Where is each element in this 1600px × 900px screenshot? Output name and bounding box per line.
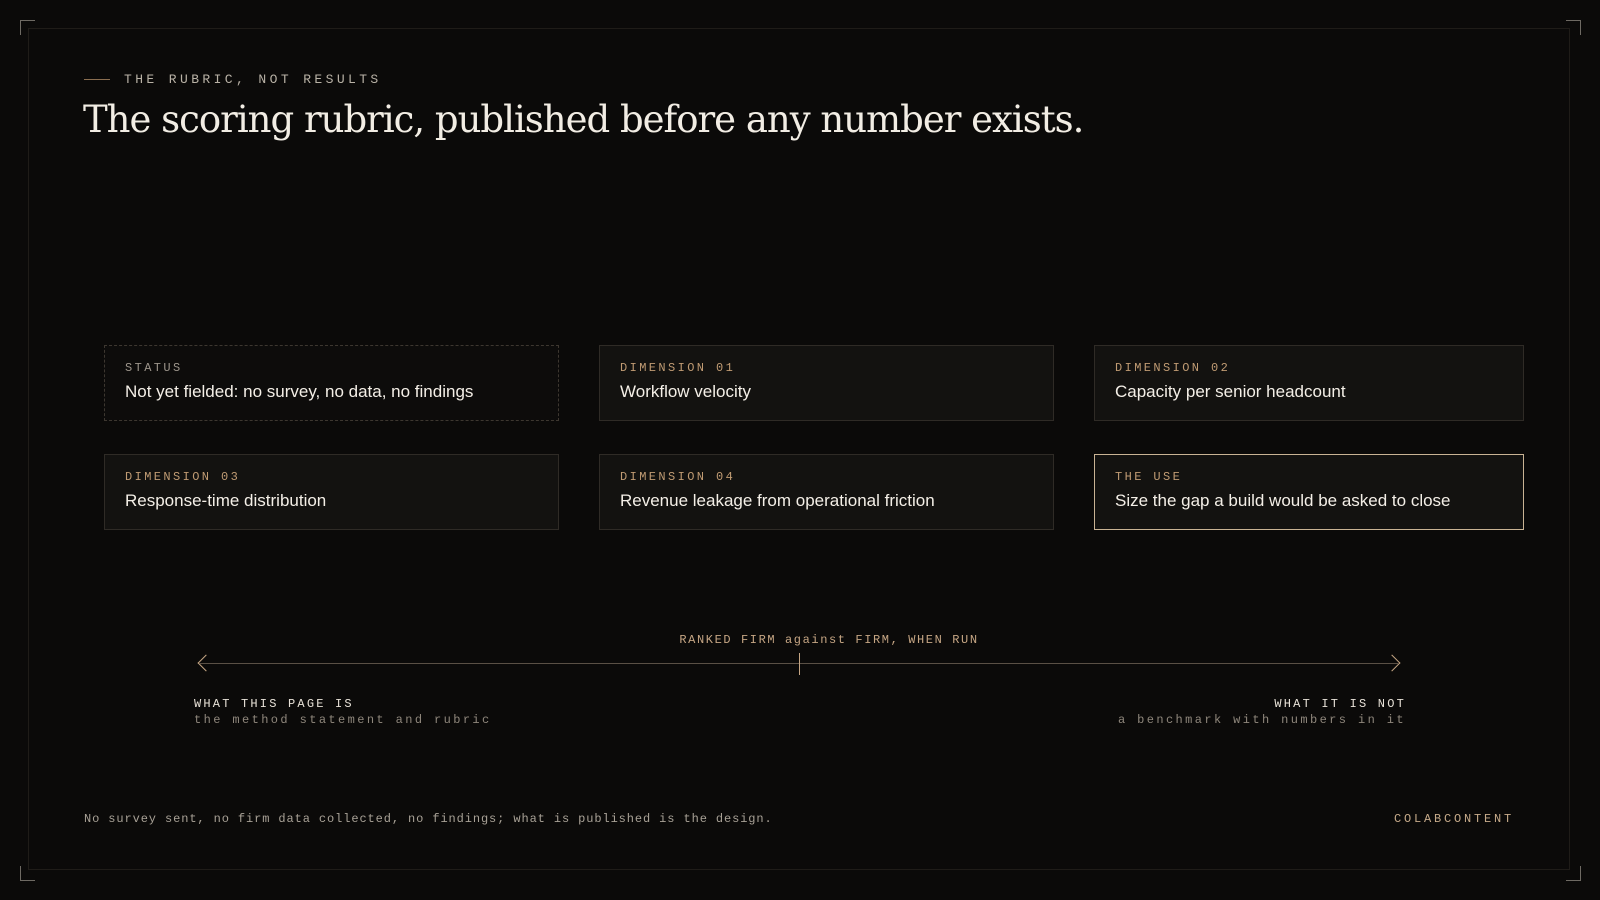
dimension-card-02: DIMENSION 02 Capacity per senior headcou… — [1094, 345, 1524, 421]
pole-subtitle: the method statement and rubric — [194, 713, 492, 727]
axis-pole-left: WHAT THIS PAGE IS the method statement a… — [194, 697, 492, 727]
card-value: Workflow velocity — [620, 382, 751, 401]
corner-mark-bottom-right — [1566, 866, 1581, 881]
corner-mark-top-right — [1566, 20, 1581, 35]
card-label: DIMENSION 02 — [1115, 361, 1231, 375]
dimension-card-04: DIMENSION 04 Revenue leakage from operat… — [599, 454, 1054, 530]
page-title: The scoring rubric, published before any… — [83, 98, 1084, 141]
axis-title: RANKED FIRM against FIRM, WHEN RUN — [679, 633, 979, 647]
pole-subtitle: a benchmark with numbers in it — [1117, 713, 1406, 727]
card-value: Size the gap a build would be asked to c… — [1115, 491, 1451, 510]
pole-title: WHAT IT IS NOT — [1274, 697, 1406, 711]
eyebrow-text: THE RUBRIC, NOT RESULTS — [124, 72, 382, 87]
corner-mark-bottom-left — [20, 866, 35, 881]
card-label: DIMENSION 01 — [620, 361, 736, 375]
card-value: Capacity per senior headcount — [1115, 382, 1346, 401]
card-value: Response-time distribution — [125, 491, 327, 510]
eyebrow: THE RUBRIC, NOT RESULTS — [84, 72, 382, 87]
card-label: DIMENSION 03 — [125, 470, 241, 484]
dimension-card-03: DIMENSION 03 Response-time distribution — [104, 454, 559, 530]
axis-pole-right: WHAT IT IS NOT a benchmark with numbers … — [1118, 697, 1406, 727]
card-label: DIMENSION 04 — [620, 470, 736, 484]
axis-center-tick — [799, 653, 800, 675]
card-value: Not yet fielded: no survey, no data, no … — [125, 382, 474, 401]
eyebrow-dash — [84, 79, 110, 80]
footer-note: No survey sent, no firm data collected, … — [84, 812, 773, 826]
card-label: THE USE — [1115, 470, 1183, 484]
the-use-card: THE USE Size the gap a build would be as… — [1094, 454, 1524, 530]
card-label: STATUS — [125, 361, 183, 375]
corner-mark-top-left — [20, 20, 35, 35]
card-value: Revenue leakage from operational frictio… — [620, 491, 935, 510]
pole-title: WHAT THIS PAGE IS — [194, 697, 354, 711]
brand-wordmark: COLABCONTENT — [1393, 812, 1514, 826]
status-card: STATUS Not yet fielded: no survey, no da… — [104, 345, 559, 421]
dimension-card-01: DIMENSION 01 Workflow velocity — [599, 345, 1054, 421]
slide-frame — [28, 28, 1570, 870]
